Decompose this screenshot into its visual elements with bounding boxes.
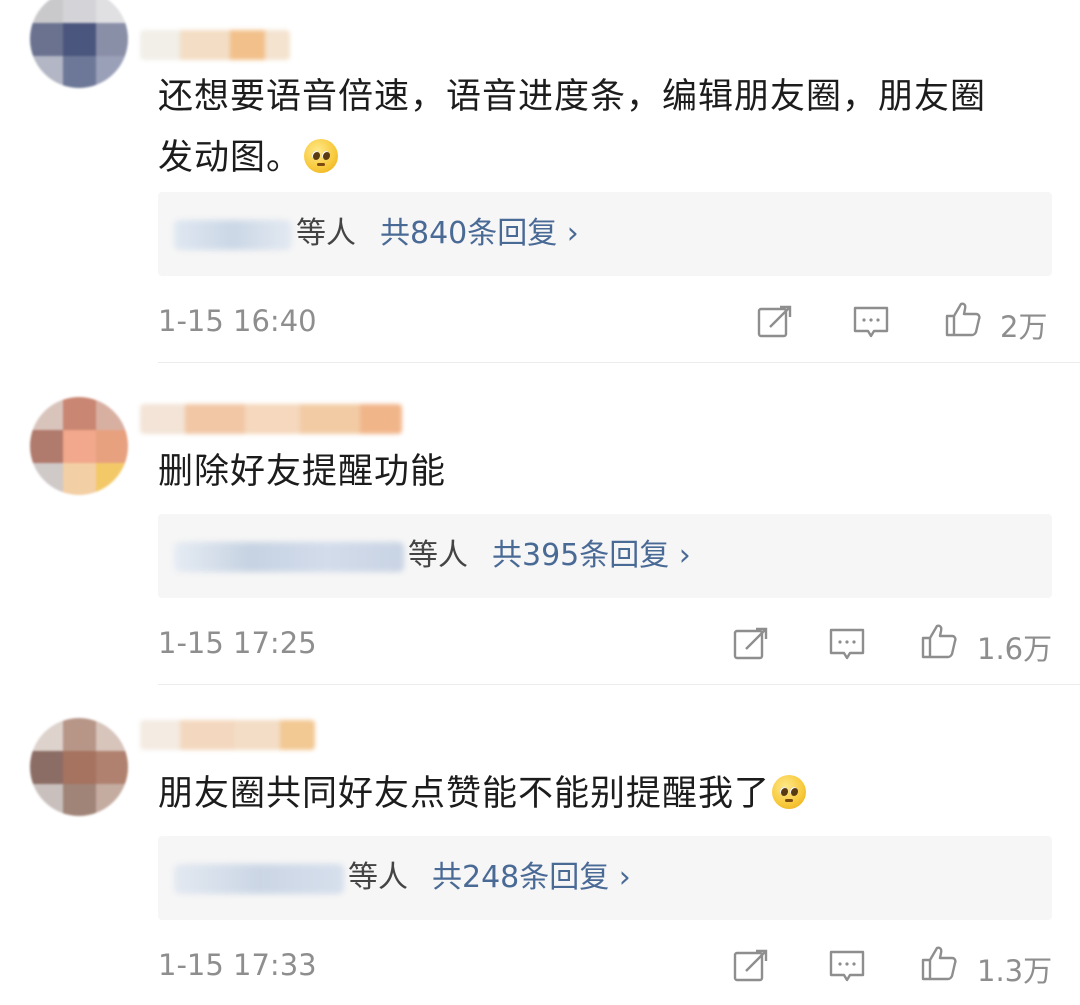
reply-users-blurred bbox=[174, 542, 404, 572]
avatar[interactable] bbox=[30, 718, 128, 816]
share-icon[interactable] bbox=[732, 625, 770, 663]
comment-text-line: 还想要语音倍速，语音进度条，编辑朋友圈，朋友圈 bbox=[158, 77, 987, 117]
reply-preview[interactable]: 等人 共395条回复 › bbox=[158, 514, 1052, 598]
share-icon[interactable] bbox=[756, 303, 794, 341]
like-count: 2万 bbox=[1000, 310, 1048, 344]
comment-text-line: 朋友圈共同好友点赞能不能别提醒我了 bbox=[158, 764, 1058, 825]
comment-time: 1-15 17:33 bbox=[158, 948, 317, 982]
reply-users-blurred bbox=[174, 864, 344, 894]
pleading-face-emoji bbox=[304, 139, 339, 173]
like-icon[interactable] bbox=[920, 622, 958, 660]
comment-text: 朋友圈共同好友点赞能不能别提醒我了 bbox=[158, 764, 1058, 825]
comment-item: 还想要语音倍速，语音进度条，编辑朋友圈，朋友圈 发动图。 等人 共840条回复 … bbox=[0, 0, 1080, 362]
zipper-mouth-emoji bbox=[772, 775, 807, 809]
reply-suffix: 等人 bbox=[296, 216, 356, 251]
like-icon[interactable] bbox=[920, 944, 958, 982]
avatar[interactable] bbox=[30, 0, 128, 88]
comment-icon[interactable] bbox=[828, 947, 866, 985]
username-blurred[interactable] bbox=[140, 30, 290, 60]
comment-text-line: 删除好友提醒功能 bbox=[158, 452, 447, 492]
reply-count-link[interactable]: 共248条回复 › bbox=[432, 856, 631, 900]
reply-users-blurred bbox=[174, 220, 292, 250]
comment-time: 1-15 16:40 bbox=[158, 304, 317, 338]
reply-suffix: 等人 bbox=[408, 538, 468, 573]
comment-text-line: 发动图。 bbox=[158, 128, 1058, 189]
avatar[interactable] bbox=[30, 397, 128, 495]
comment-time: 1-15 17:25 bbox=[158, 626, 317, 660]
reply-count-link[interactable]: 共395条回复 › bbox=[492, 534, 691, 578]
comment-text-line-1: 朋友圈共同好友点赞能不能别提醒我了 bbox=[158, 774, 771, 814]
comment-icon[interactable] bbox=[828, 625, 866, 663]
username-blurred[interactable] bbox=[140, 720, 315, 750]
comment-text-line-2: 发动图。 bbox=[158, 138, 303, 178]
like-count: 1.6万 bbox=[977, 632, 1053, 666]
reply-preview[interactable]: 等人 共840条回复 › bbox=[158, 192, 1052, 276]
comment-item: 删除好友提醒功能 等人 共395条回复 › 1-15 17:25 1.6万 bbox=[0, 362, 1080, 684]
like-count: 1.3万 bbox=[977, 954, 1053, 988]
comment-icon[interactable] bbox=[852, 303, 890, 341]
comment-text: 还想要语音倍速，语音进度条，编辑朋友圈，朋友圈 发动图。 bbox=[158, 67, 1058, 189]
username-blurred[interactable] bbox=[140, 404, 402, 434]
comment-item: 朋友圈共同好友点赞能不能别提醒我了 等人 共248条回复 › 1-15 17:3… bbox=[0, 684, 1080, 1005]
reply-suffix: 等人 bbox=[348, 860, 408, 895]
share-icon[interactable] bbox=[732, 947, 770, 985]
reply-count-link[interactable]: 共840条回复 › bbox=[380, 212, 579, 256]
reply-preview[interactable]: 等人 共248条回复 › bbox=[158, 836, 1052, 920]
like-icon[interactable] bbox=[944, 300, 982, 338]
comment-text: 删除好友提醒功能 bbox=[158, 442, 1058, 503]
